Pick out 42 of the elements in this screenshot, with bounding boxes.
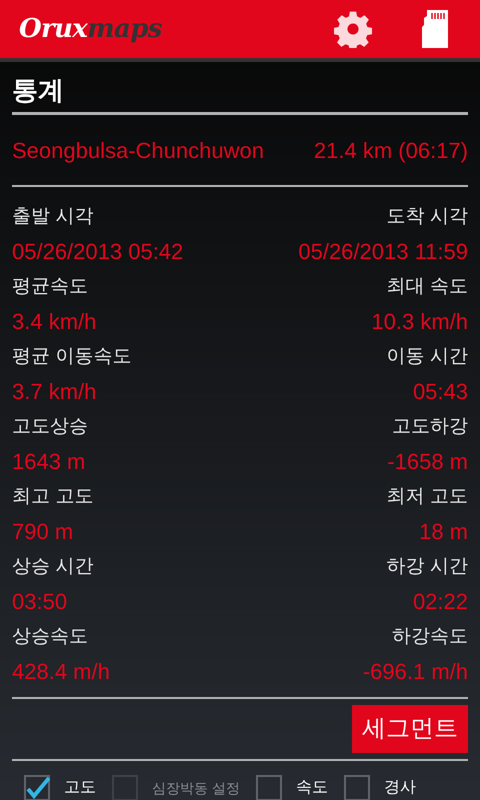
stat-value: 05/26/2013 11:59 [297, 238, 468, 266]
checkbox[interactable] [344, 775, 370, 800]
stat-label: 고도상승 [12, 415, 89, 439]
stat-label: 최고 고도 [12, 485, 94, 509]
stat-label: 최대 속도 [386, 275, 468, 299]
stat-label: 출발 시각 [12, 205, 94, 229]
stat-label: 하강 시간 [386, 555, 468, 579]
stat-label: 평균속도 [12, 275, 89, 299]
stat-value: -1658 m [386, 448, 468, 476]
stat-value: 790 m [12, 518, 74, 546]
stat-label: 이동 시간 [386, 345, 468, 369]
stat-value: -696.1 m/h [362, 658, 468, 686]
stat-value: 02:22 [412, 588, 468, 616]
stat-value: 3.4 km/h [12, 308, 98, 336]
sd-card-icon[interactable] [422, 10, 448, 48]
stat-label: 상승속도 [12, 625, 89, 649]
track-summary: 21.4 km (06:17) [314, 136, 468, 164]
track-name: Seongbulsa-Chunchuwon [12, 136, 264, 165]
stat-value: 03:50 [12, 588, 68, 616]
stat-label: 상승 시간 [12, 555, 94, 579]
stat-value: 18 m [418, 518, 468, 546]
stat-value: 1643 m [12, 448, 86, 476]
page-title: 통계 [12, 74, 65, 107]
stat-value: 3.7 km/h [12, 378, 98, 406]
stat-value: 05/26/2013 05:42 [12, 238, 184, 266]
stat-value: 05:43 [412, 378, 468, 406]
app-logo: Oruxmaps [19, 16, 162, 42]
stat-label: 최저 고도 [386, 485, 468, 509]
stat-value: 428.4 m/h [12, 658, 111, 686]
stat-value: 10.3 km/h [370, 308, 468, 336]
stat-label: 평균 이동속도 [12, 345, 132, 369]
stat-label: 하강속도 [391, 625, 468, 649]
checkbox[interactable] [256, 775, 282, 800]
stat-label: 고도하강 [391, 415, 468, 439]
checkbox-label: 경사 [384, 778, 416, 798]
checkbox[interactable] [24, 775, 50, 800]
stat-label: 도착 시각 [386, 205, 468, 229]
checkbox-label: 심장박동 설정 [152, 778, 240, 798]
checkbox-label: 속도 [296, 778, 328, 798]
segment-button[interactable]: 세그먼트 [352, 705, 468, 753]
checkbox-label: 고도 [64, 778, 96, 798]
settings-icon[interactable] [334, 10, 372, 48]
